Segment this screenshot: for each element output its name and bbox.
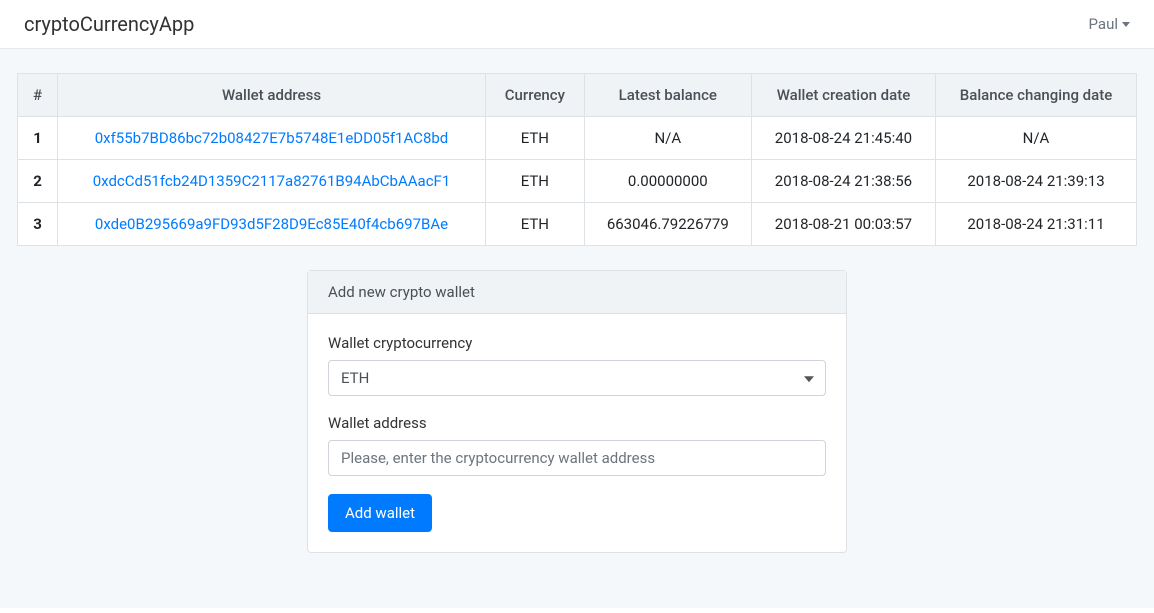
table-row: 3 0xde0B295669a9FD93d5F28D9Ec85E40f4cb69… [18, 203, 1137, 246]
user-name: Paul [1089, 15, 1118, 33]
currency-label: Wallet cryptocurrency [328, 334, 826, 352]
cell-address: 0xde0B295669a9FD93d5F28D9Ec85E40f4cb697B… [58, 203, 486, 246]
table-row: 1 0xf55b7BD86bc72b08427E7b5748E1eDD05f1A… [18, 117, 1137, 160]
col-balance: Latest balance [584, 74, 751, 117]
col-created: Wallet creation date [751, 74, 935, 117]
col-index: # [18, 74, 58, 117]
currency-select[interactable]: ETH [328, 360, 826, 396]
wallet-address-input[interactable] [328, 440, 826, 476]
cell-index: 3 [18, 203, 58, 246]
currency-group: Wallet cryptocurrency ETH [328, 334, 826, 396]
address-group: Wallet address [328, 414, 826, 476]
address-label: Wallet address [328, 414, 826, 432]
cell-address: 0xf55b7BD86bc72b08427E7b5748E1eDD05f1AC8… [58, 117, 486, 160]
wallet-address-link[interactable]: 0xde0B295669a9FD93d5F28D9Ec85E40f4cb697B… [95, 215, 448, 233]
chevron-down-icon [1122, 22, 1130, 27]
navbar: cryptoCurrencyApp Paul [0, 0, 1154, 49]
cell-balance: 663046.79226779 [584, 203, 751, 246]
user-menu[interactable]: Paul [1089, 15, 1130, 33]
cell-currency: ETH [486, 160, 585, 203]
cell-index: 2 [18, 160, 58, 203]
cell-balance: N/A [584, 117, 751, 160]
cell-created: 2018-08-21 00:03:57 [751, 203, 935, 246]
cell-currency: ETH [486, 203, 585, 246]
cell-address: 0xdcCd51fcb24D1359C2117a82761B94AbCbAAac… [58, 160, 486, 203]
card-body: Wallet cryptocurrency ETH Wallet address… [308, 314, 846, 552]
wallets-table: # Wallet address Currency Latest balance… [17, 73, 1137, 246]
brand-link[interactable]: cryptoCurrencyApp [24, 12, 194, 36]
cell-changed: 2018-08-24 21:31:11 [936, 203, 1137, 246]
cell-created: 2018-08-24 21:38:56 [751, 160, 935, 203]
card-header: Add new crypto wallet [308, 271, 846, 314]
add-wallet-card: Add new crypto wallet Wallet cryptocurre… [307, 270, 847, 553]
cell-currency: ETH [486, 117, 585, 160]
cell-changed: 2018-08-24 21:39:13 [936, 160, 1137, 203]
cell-changed: N/A [936, 117, 1137, 160]
table-row: 2 0xdcCd51fcb24D1359C2117a82761B94AbCbAA… [18, 160, 1137, 203]
page-body: # Wallet address Currency Latest balance… [0, 49, 1154, 608]
cell-index: 1 [18, 117, 58, 160]
add-wallet-button[interactable]: Add wallet [328, 494, 432, 532]
cell-balance: 0.00000000 [584, 160, 751, 203]
col-address: Wallet address [58, 74, 486, 117]
col-changed: Balance changing date [936, 74, 1137, 117]
cell-created: 2018-08-24 21:45:40 [751, 117, 935, 160]
col-currency: Currency [486, 74, 585, 117]
wallet-address-link[interactable]: 0xf55b7BD86bc72b08427E7b5748E1eDD05f1AC8… [95, 129, 449, 147]
wallet-address-link[interactable]: 0xdcCd51fcb24D1359C2117a82761B94AbCbAAac… [93, 172, 451, 190]
table-header-row: # Wallet address Currency Latest balance… [18, 74, 1137, 117]
